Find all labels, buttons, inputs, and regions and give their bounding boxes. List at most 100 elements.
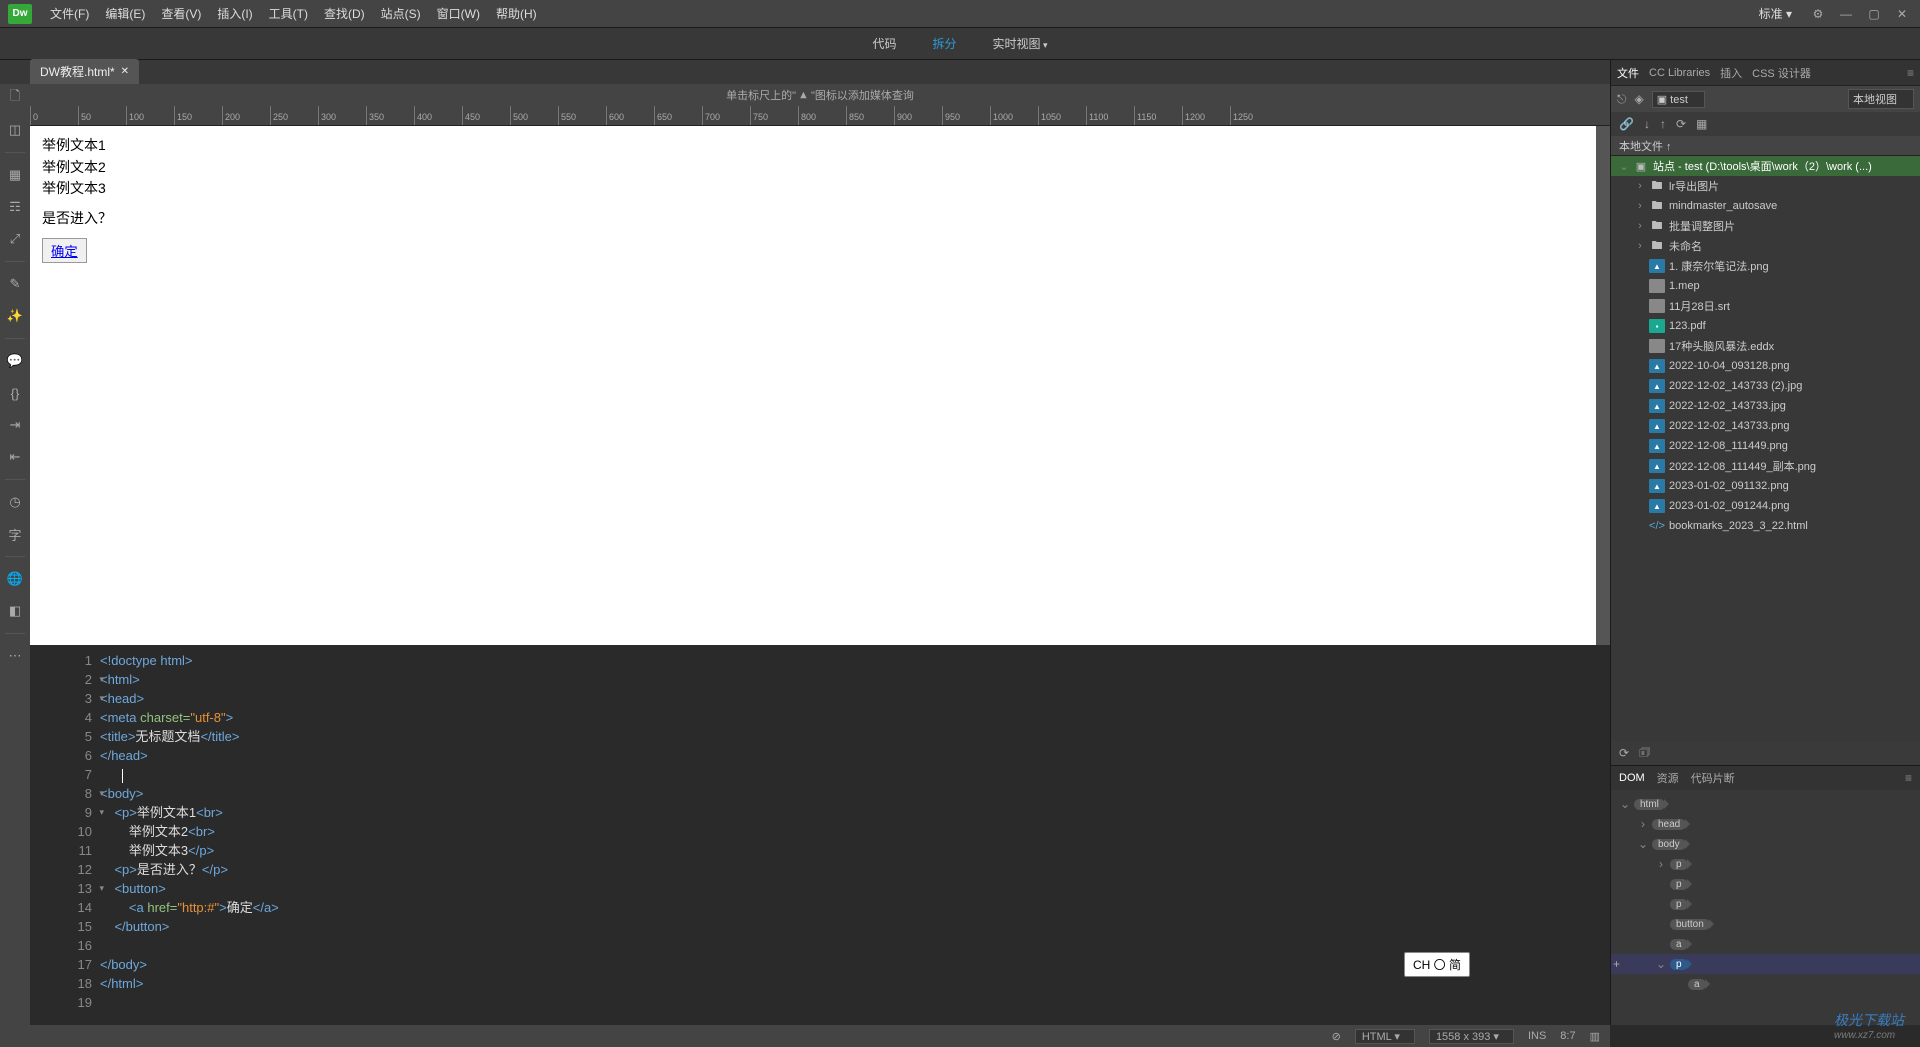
line-number[interactable]: 18	[30, 974, 92, 993]
wrap-tag-icon[interactable]: {}	[5, 383, 25, 403]
menu-item[interactable]: 文件(F)	[42, 7, 97, 21]
dom-node[interactable]: a	[1611, 934, 1920, 954]
line-number[interactable]: 1	[30, 651, 92, 670]
line-number[interactable]: 8	[30, 784, 92, 803]
tree-file[interactable]: ▲2022-10-04_093128.png	[1611, 356, 1920, 376]
line-number[interactable]: 6	[30, 746, 92, 765]
preview-ok-button[interactable]: 确定	[42, 238, 87, 263]
code-line[interactable]: 举例文本3</p>	[100, 841, 279, 860]
view-live-button[interactable]: 实时视图	[984, 31, 1055, 56]
tab-assets[interactable]: 资源	[1657, 770, 1679, 786]
error-indicator-icon[interactable]: ⊘	[1332, 1030, 1341, 1043]
line-number[interactable]: 14	[30, 898, 92, 917]
insert-mode[interactable]: INS	[1528, 1030, 1546, 1042]
tree-file[interactable]: 1.mep	[1611, 276, 1920, 296]
dom-add-icon[interactable]: +	[1613, 957, 1620, 971]
tab-dom[interactable]: DOM	[1619, 772, 1645, 784]
line-number[interactable]: 12	[30, 860, 92, 879]
view-code-button[interactable]: 代码	[864, 31, 904, 56]
tree-file[interactable]: ▲2022-12-08_111449.png	[1611, 436, 1920, 456]
dom-panel-menu-icon[interactable]: ≡	[1905, 771, 1912, 785]
tree-file[interactable]: ▲2022-12-08_111449_副本.png	[1611, 456, 1920, 476]
tree-file[interactable]: ▲2023-01-02_091132.png	[1611, 476, 1920, 496]
file-tree[interactable]: ⌄▣站点 - test (D:\tools\桌面\work（2）\work (.…	[1611, 156, 1920, 741]
link-icon[interactable]: 🔗	[1619, 117, 1634, 131]
menu-item[interactable]: 插入(I)	[209, 7, 260, 21]
tab-css-designer[interactable]: CSS 设计器	[1752, 65, 1811, 81]
code-line[interactable]: <body>	[100, 784, 279, 803]
sync-icon[interactable]: ⟳	[1676, 117, 1686, 131]
line-number[interactable]: 17	[30, 955, 92, 974]
tree-folder[interactable]: ›🖿mindmaster_autosave	[1611, 196, 1920, 216]
tree-file[interactable]: ▲2023-01-02_091244.png	[1611, 496, 1920, 516]
line-number[interactable]: 19	[30, 993, 92, 1012]
code-line[interactable]: <title>无标题文档</title>	[100, 727, 279, 746]
line-number[interactable]: 2	[30, 670, 92, 689]
line-number[interactable]: 15	[30, 917, 92, 936]
code-line[interactable]: <p>举例文本1<br>	[100, 803, 279, 822]
dom-node[interactable]: ⌄html	[1611, 794, 1920, 814]
define-server-icon[interactable]: ◈	[1635, 92, 1644, 106]
tab-files[interactable]: 文件	[1617, 65, 1639, 81]
dom-node[interactable]: p	[1611, 874, 1920, 894]
code-line[interactable]	[100, 936, 279, 955]
code-line[interactable]: </head>	[100, 746, 279, 765]
dom-node[interactable]: button	[1611, 914, 1920, 934]
line-number[interactable]: 3	[30, 689, 92, 708]
wand-icon[interactable]: ✨	[5, 306, 25, 326]
tree-root[interactable]: ⌄▣站点 - test (D:\tools\桌面\work（2）\work (.…	[1611, 156, 1920, 176]
tree-file[interactable]: ▲2022-12-02_143733.jpg	[1611, 396, 1920, 416]
code-line[interactable]: <html>	[100, 670, 279, 689]
language-select[interactable]: HTML ▾	[1355, 1029, 1415, 1044]
code-line[interactable]: </html>	[100, 974, 279, 993]
log-icon[interactable]: 🗊	[1639, 743, 1650, 764]
code-line[interactable]: <p>是否进入？</p>	[100, 860, 279, 879]
tree-file[interactable]: 11月28日.srt	[1611, 296, 1920, 316]
get-icon[interactable]: ↓	[1644, 117, 1650, 131]
tab-insert[interactable]: 插入	[1720, 65, 1742, 81]
sync-settings-icon[interactable]: ⚙	[1808, 6, 1828, 22]
minimize-icon[interactable]: —	[1836, 6, 1856, 22]
character-icon[interactable]: 字	[5, 524, 25, 544]
code-line[interactable]: <a href="http:#">确定</a>	[100, 898, 279, 917]
tree-file[interactable]: ▪123.pdf	[1611, 316, 1920, 336]
line-number[interactable]: 4	[30, 708, 92, 727]
tab-cc-libraries[interactable]: CC Libraries	[1649, 67, 1710, 79]
live-preview[interactable]: 举例文本1 举例文本2 举例文本3 是否进入？ 确定	[30, 126, 1610, 645]
menu-item[interactable]: 站点(S)	[373, 7, 429, 21]
file-tab[interactable]: DW教程.html* ✕	[30, 59, 139, 84]
view-select[interactable]: 本地视图	[1848, 89, 1914, 109]
preview-browser-icon[interactable]: 🌐	[5, 569, 25, 589]
recent-icon[interactable]: ◷	[5, 492, 25, 512]
code-line[interactable]	[100, 765, 279, 784]
brush-icon[interactable]: ✎	[5, 274, 25, 294]
close-tab-icon[interactable]: ✕	[121, 66, 129, 77]
refresh-icon[interactable]: ⟳	[1619, 746, 1629, 760]
menu-item[interactable]: 帮助(H)	[488, 7, 545, 21]
preview-in-browser-icon[interactable]: ▥	[1590, 1030, 1600, 1043]
dom-node[interactable]: ›head	[1611, 814, 1920, 834]
tree-file[interactable]: </>bookmarks_2023_3_22.html	[1611, 516, 1920, 536]
expand-icon[interactable]: ⤢	[5, 229, 25, 249]
expand-panel-icon[interactable]: ▦	[1696, 117, 1707, 131]
code-line[interactable]: <meta charset="utf-8">	[100, 708, 279, 727]
live-data-icon[interactable]: ▦	[5, 165, 25, 185]
indent-icon[interactable]: ⇤	[5, 447, 25, 467]
line-number[interactable]: 9	[30, 803, 92, 822]
dom-node[interactable]: a	[1611, 974, 1920, 994]
menu-item[interactable]: 工具(T)	[261, 7, 316, 21]
file-management-icon[interactable]: 🗋	[5, 88, 25, 108]
split-vert-icon[interactable]: ◫	[5, 120, 25, 140]
preview-scrollbar[interactable]	[1596, 126, 1610, 645]
media-query-bar[interactable]: 单击标尺上的" ▼ "图标以添加媒体查询	[30, 84, 1610, 106]
menu-item[interactable]: 窗口(W)	[429, 7, 488, 21]
menu-item[interactable]: 查找(D)	[316, 7, 373, 21]
inspect-icon[interactable]: ☶	[5, 197, 25, 217]
workspace-switcher[interactable]: 标准 ▾	[1751, 5, 1800, 22]
dom-node[interactable]: p	[1611, 894, 1920, 914]
tree-file[interactable]: 17种头脑风暴法.eddx	[1611, 336, 1920, 356]
line-number[interactable]: 10	[30, 822, 92, 841]
code-line[interactable]: <button>	[100, 879, 279, 898]
tree-folder[interactable]: ›🖿批量调整图片	[1611, 216, 1920, 236]
panel-menu-icon[interactable]: ≡	[1907, 66, 1914, 80]
